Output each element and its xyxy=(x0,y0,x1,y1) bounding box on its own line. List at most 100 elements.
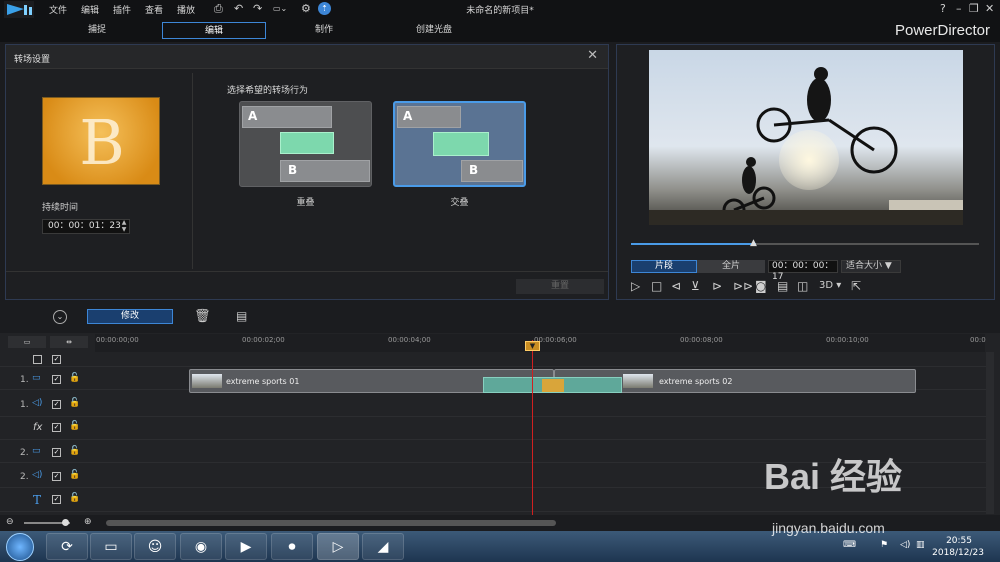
baidu-watermark: Bai 经验 xyxy=(764,456,903,497)
track-number: 1. xyxy=(20,400,29,410)
restore-icon[interactable]: ❐ xyxy=(969,2,979,15)
vertical-scrollbar[interactable] xyxy=(986,352,994,514)
transition-block xyxy=(280,132,334,154)
clip-a-label: A xyxy=(248,109,258,123)
tab-capture[interactable]: 捕捉 xyxy=(45,22,149,39)
audio-track-icon: ◁) xyxy=(32,470,43,480)
transition-clip[interactable] xyxy=(483,377,622,393)
close-icon[interactable]: ✕ xyxy=(587,48,598,63)
duration-input[interactable]: 00：00：01：23 xyxy=(42,219,130,234)
clip-name: extreme sports 02 xyxy=(659,377,733,386)
tab-produce[interactable]: 制作 xyxy=(272,22,376,39)
track-number: 2. xyxy=(20,448,29,458)
lock-icon[interactable]: 🔓 xyxy=(69,398,80,408)
clock-date[interactable]: 2018/12/23 xyxy=(932,548,984,558)
crossfade-option[interactable]: A B xyxy=(393,101,526,187)
clock-time[interactable]: 20:55 xyxy=(946,536,972,546)
playhead-handle-icon[interactable]: ▼ xyxy=(525,341,540,351)
split-icon[interactable]: ⊻ xyxy=(691,279,700,293)
lock-icon[interactable]: 🔓 xyxy=(69,373,80,383)
video-track-icon: ▭ xyxy=(32,373,41,383)
transition-thumbnail xyxy=(542,379,564,392)
chevron-down-icon[interactable]: ⌄ xyxy=(53,310,67,324)
modify-button[interactable]: 修改 xyxy=(87,309,173,324)
track-row xyxy=(0,395,990,417)
brand-label: PowerDirector xyxy=(894,22,990,39)
app-360-icon[interactable]: ⟳ xyxy=(46,533,88,560)
start-button[interactable] xyxy=(6,533,34,561)
lock-icon[interactable]: 🔓 xyxy=(69,421,80,431)
track-checkbox[interactable]: ✓ xyxy=(52,495,61,504)
3d-toggle[interactable]: 3D ▾ xyxy=(819,280,841,291)
prev-frame-icon[interactable]: ⊲ xyxy=(671,279,681,293)
subtitle-icon[interactable]: ▤ xyxy=(777,279,788,293)
zoom-select[interactable]: 适合大小 ▼ xyxy=(841,260,901,273)
snapshot-icon[interactable]: ◙ xyxy=(755,279,767,293)
lock-icon[interactable]: 🔓 xyxy=(69,470,80,480)
close-icon[interactable]: ✕ xyxy=(985,2,994,15)
clip-mode-button[interactable]: 片段 xyxy=(631,260,697,273)
track-checkbox[interactable]: ✓ xyxy=(52,375,61,384)
track-number: 2. xyxy=(20,472,29,482)
3d-label: 3D xyxy=(819,280,834,291)
scrubber-handle-icon[interactable]: ▲ xyxy=(750,238,757,248)
undock-icon[interactable]: ⇱ xyxy=(851,279,861,293)
minimize-icon[interactable]: – xyxy=(956,2,962,15)
tab-edit[interactable]: 编辑 xyxy=(162,22,266,39)
tray-icon[interactable]: ⚑ xyxy=(880,540,888,550)
notes-app-icon[interactable]: ◢ xyxy=(362,533,404,560)
preview-panel: ▲ 片段 全片 00：00：00：17 适合大小 ▼ ▷ □ ⊲ ⊻ ⊳ ⊳⊳ … xyxy=(616,44,995,300)
next-frame-icon[interactable]: ⊳ xyxy=(712,279,722,293)
track-checkbox[interactable]: ✓ xyxy=(52,448,61,457)
powerdirector-taskbar-icon[interactable]: ▷ xyxy=(317,533,359,560)
timecode-display[interactable]: 00：00：00：17 xyxy=(768,260,838,282)
duration-stepper[interactable]: ▲ ▼ xyxy=(118,219,130,234)
lock-icon[interactable]: 🔓 xyxy=(69,493,80,503)
fast-forward-icon[interactable]: ⊳⊳ xyxy=(733,279,753,293)
track-checkbox[interactable]: ✓ xyxy=(52,400,61,409)
volume-icon[interactable]: ◫ xyxy=(797,279,808,293)
title-bar: 文件 编辑 插件 查看 播放 ⎙ ↶ ↷ ▭⌄ ⚙ ⇡ 未命名的新项目* ? –… xyxy=(0,0,1000,18)
volume-icon[interactable]: ◁) xyxy=(900,540,910,550)
window-title: 未命名的新项目* xyxy=(466,6,534,16)
track-manager-icon[interactable]: ▭ xyxy=(8,336,46,348)
horizontal-scrollbar[interactable] xyxy=(106,520,556,526)
zoom-in-icon[interactable]: ⊕ xyxy=(84,517,92,527)
keyboard-icon[interactable]: ⌨ xyxy=(843,540,856,550)
zoom-select-value: 适合大小 xyxy=(846,261,883,271)
reset-button[interactable]: 重置 xyxy=(516,279,604,294)
clip-a-label: A xyxy=(403,109,413,123)
clip-b-label: B xyxy=(469,163,479,177)
track-number: 1. xyxy=(20,375,29,385)
panel-header: 转场设置 ✕ xyxy=(6,45,608,69)
title-track-icon: T xyxy=(33,493,42,507)
overlap-option[interactable]: A B xyxy=(239,101,372,187)
playhead[interactable] xyxy=(532,340,533,518)
tab-create-disc[interactable]: 创建光盘 xyxy=(382,22,486,39)
recorder-icon[interactable]: ⏺ xyxy=(271,533,313,560)
track-checkbox[interactable]: ✓ xyxy=(52,472,61,481)
fit-timeline-icon[interactable]: ⇹ xyxy=(50,336,88,348)
network-icon[interactable]: ▥ xyxy=(916,540,925,550)
tick-label: 00:00:00;00 xyxy=(96,336,139,344)
track-checkbox[interactable]: ✓ xyxy=(52,355,61,364)
more-icon[interactable]: ▤ xyxy=(236,309,247,323)
zoom-slider-handle[interactable] xyxy=(62,519,69,526)
track-checkbox[interactable]: ✓ xyxy=(52,423,61,432)
video-preview xyxy=(649,50,963,225)
play-icon[interactable]: ▷ xyxy=(631,279,640,293)
media-app-icon[interactable]: ▶ xyxy=(225,533,267,560)
tick-label: 00:00:06;00 xyxy=(534,336,577,344)
help-icon[interactable]: ? xyxy=(940,2,946,15)
track-toggle[interactable] xyxy=(33,355,42,364)
trash-icon[interactable]: 🗑 xyxy=(194,309,211,324)
transition-settings-panel: 转场设置 ✕ B 持续时间 00：00：01：23 ▲ ▼ 选择希望的转场行为 A… xyxy=(5,44,609,300)
lock-icon[interactable]: 🔓 xyxy=(69,446,80,456)
firefox-icon[interactable]: ◉ xyxy=(180,533,222,560)
file-explorer-icon[interactable]: ▭ xyxy=(90,533,132,560)
zoom-out-icon[interactable]: ⊖ xyxy=(6,517,14,527)
movie-mode-button[interactable]: 全片 xyxy=(697,260,765,273)
transition-block xyxy=(433,132,489,156)
stop-icon[interactable]: □ xyxy=(651,279,662,293)
qq-icon[interactable]: ☺ xyxy=(134,533,176,560)
